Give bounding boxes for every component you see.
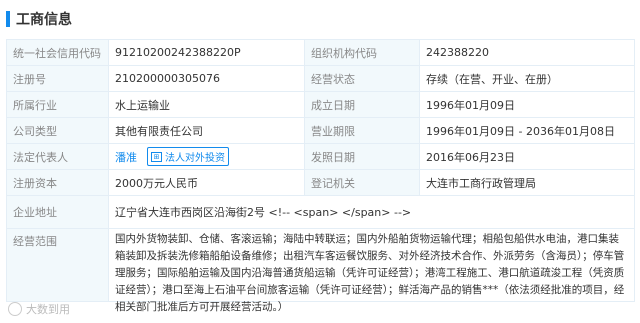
legal-investment-label: 法人对外投资 [165, 153, 225, 164]
value-capital: 2000万元人民币 [109, 170, 305, 195]
label-scope: 经营范围 [7, 229, 109, 301]
value-term: 1996年01月09日 - 2036年01月08日 [420, 118, 635, 143]
legal-investment-button[interactable]: ⊞ 法人对外投资 [147, 147, 229, 166]
business-info-table: 统一社会信用代码 91210200242388220P 组织机构代码 24238… [6, 39, 635, 313]
value-status: 存续（在营、开业、在册） [420, 66, 635, 91]
watermark-logo-icon [8, 302, 22, 316]
label-license-date: 发照日期 [305, 144, 420, 169]
label-company-type: 公司类型 [7, 118, 109, 143]
label-reg-number: 注册号 [7, 66, 109, 91]
label-founded: 成立日期 [305, 92, 420, 117]
watermark: 大数到用 [8, 301, 70, 317]
value-legal-rep: 潘准 ⊞ 法人对外投资 [109, 144, 305, 169]
value-founded: 1996年01月09日 [420, 92, 635, 117]
table-row: 统一社会信用代码 91210200242388220P 组织机构代码 24238… [7, 40, 635, 66]
value-reg-number: 210200000305076 [109, 66, 305, 91]
label-status: 经营状态 [305, 66, 420, 91]
value-industry: 水上运输业 [109, 92, 305, 117]
value-company-type: 其他有限责任公司 [109, 118, 305, 143]
label-credit-code: 统一社会信用代码 [7, 40, 109, 65]
label-address: 企业地址 [7, 196, 109, 228]
table-row: 法定代表人 潘准 ⊞ 法人对外投资 发照日期 2016年06月23日 [7, 144, 635, 170]
table-row: 所属行业 水上运输业 成立日期 1996年01月09日 [7, 92, 635, 118]
label-org-code: 组织机构代码 [305, 40, 420, 65]
table-row: 企业地址 辽宁省大连市西岗区沿海街2号 <!-- <span> </span> … [7, 196, 635, 229]
value-authority: 大连市工商行政管理局 [420, 170, 635, 195]
value-license-date: 2016年06月23日 [420, 144, 635, 169]
value-scope: 国内外货物装卸、仓储、客滚运输；海陆中转联运；国内外船舶货物运输代理；相船包船供… [109, 229, 635, 313]
legal-rep-link[interactable]: 潘准 [115, 149, 137, 165]
value-credit-code: 91210200242388220P [109, 40, 305, 65]
section-header: 工商信息 [6, 8, 72, 30]
label-industry: 所属行业 [7, 92, 109, 117]
section-title: 工商信息 [16, 12, 72, 28]
table-row: 经营范围 国内外货物装卸、仓储、客滚运输；海陆中转联运；国内外船舶货物运输代理；… [7, 229, 635, 313]
accent-bar [6, 11, 10, 27]
investment-icon: ⊞ [151, 151, 162, 162]
value-address: 辽宁省大连市西岗区沿海街2号 <!-- <span> </span> --> [109, 196, 635, 228]
watermark-text: 大数到用 [26, 303, 70, 316]
label-authority: 登记机关 [305, 170, 420, 195]
label-capital: 注册资本 [7, 170, 109, 195]
table-row: 注册资本 2000万元人民币 登记机关 大连市工商行政管理局 [7, 170, 635, 196]
table-row: 注册号 210200000305076 经营状态 存续（在营、开业、在册） [7, 66, 635, 92]
value-org-code: 242388220 [420, 40, 635, 65]
label-term: 营业期限 [305, 118, 420, 143]
table-row: 公司类型 其他有限责任公司 营业期限 1996年01月09日 - 2036年01… [7, 118, 635, 144]
label-legal-rep: 法定代表人 [7, 144, 109, 169]
